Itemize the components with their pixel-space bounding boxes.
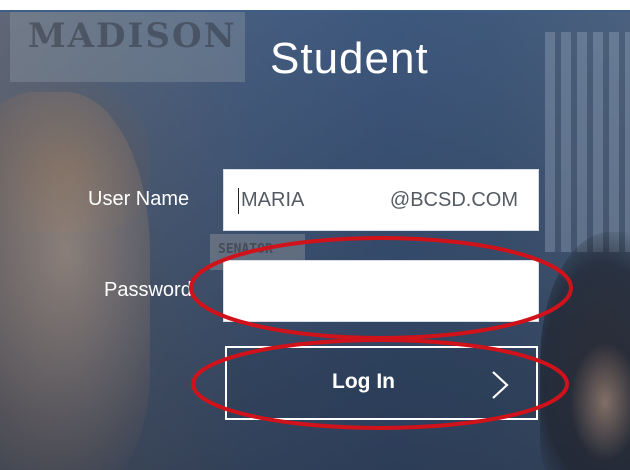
login-button[interactable]: Log In [225, 346, 538, 420]
text-cursor [238, 188, 239, 214]
page-title: Student [270, 34, 429, 83]
chevron-right-icon [492, 371, 509, 399]
background-photo: MADISON SENATOR Student User Name MARIA … [0, 12, 630, 470]
password-field[interactable] [223, 260, 539, 322]
background-card-text: SENATOR [218, 242, 273, 257]
username-domain-suffix: @BCSD.COM [389, 189, 518, 211]
background-bookshelf [545, 32, 630, 252]
background-person-right-face [570, 342, 630, 462]
username-value: MARIA [241, 189, 305, 211]
password-label: Password [104, 279, 192, 301]
window-top-border [0, 0, 630, 12]
background-banner-text: MADISON [28, 16, 237, 56]
username-label: User Name [88, 188, 190, 210]
username-field[interactable]: MARIA @BCSD.COM [223, 169, 539, 231]
